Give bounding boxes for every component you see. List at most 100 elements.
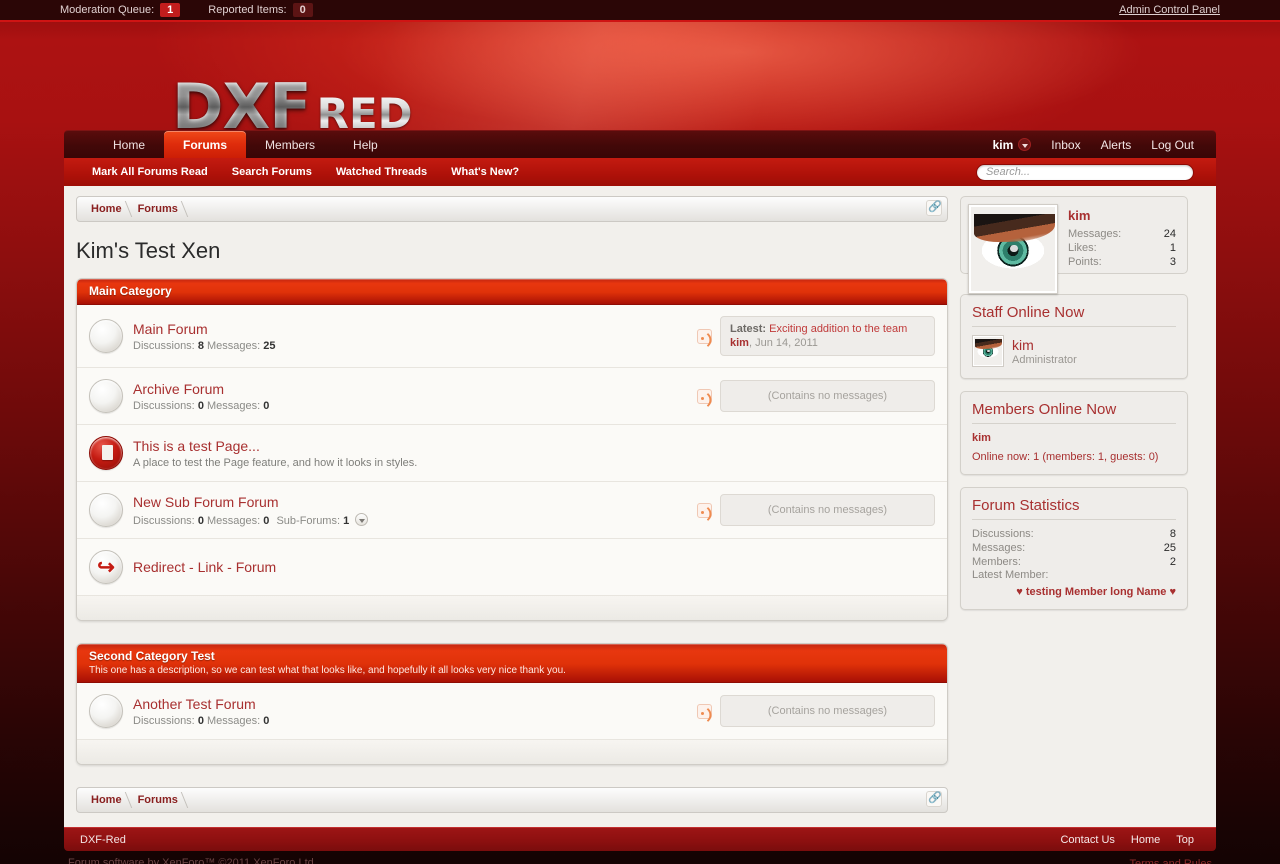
- footer-top-link[interactable]: Top: [1176, 834, 1194, 846]
- site-logo[interactable]: DXF RED: [172, 76, 413, 131]
- rss-icon[interactable]: [697, 388, 712, 404]
- node-details: New Sub Forum Forum Discussions: 0 Messa…: [133, 494, 697, 527]
- breadcrumb-permalink-button[interactable]: [926, 199, 942, 219]
- last-post-box-empty: (Contains no messages): [720, 695, 935, 727]
- main-navigation: Home Forums Members Help kim Inbox Alert…: [64, 130, 1216, 158]
- account-menu-button[interactable]: kim: [993, 138, 1032, 152]
- node-last-post-area: Latest: Exciting addition to the team ki…: [697, 316, 935, 356]
- redirect-link-icon: [89, 550, 123, 584]
- node-details: This is a test Page... A place to test t…: [133, 438, 697, 469]
- style-chooser-button[interactable]: DXF-Red: [80, 834, 126, 846]
- nav-tab-home[interactable]: Home: [94, 131, 164, 158]
- visitor-stat-value: 3: [1169, 255, 1176, 268]
- breadcrumb-footer-item-home[interactable]: Home: [81, 788, 128, 812]
- last-post-byline: kim, Jun 14, 2011: [730, 337, 818, 349]
- stat-value: 8: [1169, 528, 1176, 540]
- node-title-link[interactable]: This is a test Page...: [133, 438, 260, 454]
- site-header: DXF RED: [0, 22, 1280, 130]
- node-meta: Discussions: 8 Messages: 25: [133, 340, 697, 352]
- visitor-stat-messages: Messages: 24: [1068, 228, 1176, 242]
- category-header[interactable]: Main Category: [77, 279, 947, 305]
- node-title-link[interactable]: Another Test Forum: [133, 696, 256, 712]
- avatar[interactable]: [972, 335, 1004, 367]
- inbox-link[interactable]: Inbox: [1051, 138, 1080, 152]
- rss-icon[interactable]: [697, 502, 712, 518]
- category-header[interactable]: Second Category Test This one has a desc…: [77, 644, 947, 683]
- search-input[interactable]: Search...: [976, 163, 1194, 181]
- visitor-stat-value: 1: [1169, 241, 1176, 254]
- stat-discussions: Discussions: 8: [972, 528, 1176, 542]
- node-title-link[interactable]: New Sub Forum Forum: [133, 494, 278, 510]
- node-meta: Discussions: 0 Messages: 0: [133, 715, 697, 727]
- stat-label: Members:: [972, 555, 1021, 568]
- members-online-block: Members Online Now kim Online now: 1 (me…: [960, 391, 1188, 475]
- alerts-link[interactable]: Alerts: [1101, 138, 1132, 152]
- rss-icon[interactable]: [697, 328, 712, 344]
- breadcrumb-footer-item-forums[interactable]: Forums: [128, 788, 184, 812]
- nav-tab-forums[interactable]: Forums: [164, 131, 247, 158]
- breadcrumb-footer: Home Forums: [76, 787, 948, 813]
- stat-messages: Messages: 25: [972, 542, 1176, 556]
- node-row[interactable]: Archive Forum Discussions: 0 Messages: 0…: [77, 368, 947, 425]
- node-title-link[interactable]: Main Forum: [133, 321, 208, 337]
- node-title-link[interactable]: Archive Forum: [133, 381, 224, 397]
- node-row[interactable]: This is a test Page... A place to test t…: [77, 425, 947, 482]
- visitor-info: kim Messages: 24 Likes: 1 Points: 3: [1068, 204, 1176, 268]
- breadcrumb-item-forums[interactable]: Forums: [128, 197, 184, 221]
- footer-contact-us-link[interactable]: Contact Us: [1060, 834, 1114, 846]
- reported-items-item[interactable]: Reported Items: 0: [208, 3, 313, 17]
- moderation-queue-item[interactable]: Moderation Queue: 1: [60, 3, 181, 17]
- subnav-search-forums[interactable]: Search Forums: [220, 166, 324, 178]
- breadcrumb-footer-permalink-button[interactable]: [926, 790, 942, 810]
- logout-link[interactable]: Log Out: [1151, 138, 1194, 152]
- visitor-name[interactable]: kim: [1068, 208, 1176, 223]
- node-meta-messages-value: 25: [263, 339, 276, 352]
- node-list-main-category: Main Category Main Forum Discussions: 8 …: [76, 278, 948, 621]
- admin-control-panel-link[interactable]: Admin Control Panel: [1119, 4, 1220, 16]
- external-link-icon: [926, 199, 942, 216]
- terms-and-rules-link[interactable]: Terms and Rules: [1078, 857, 1212, 864]
- stat-value: 25: [1163, 541, 1176, 554]
- members-online-names[interactable]: kim: [972, 432, 1176, 444]
- node-meta-discussions-label: Discussions:: [133, 714, 195, 727]
- avatar[interactable]: [968, 204, 1058, 294]
- node-meta-messages-value: 0: [263, 514, 270, 527]
- rss-icon[interactable]: [697, 703, 712, 719]
- latest-member-link[interactable]: ♥ testing Member long Name ♥: [972, 586, 1176, 598]
- node-row[interactable]: Main Forum Discussions: 8 Messages: 25 L…: [77, 305, 947, 368]
- visitor-stat-label: Messages:: [1068, 228, 1122, 240]
- staff-online-details: kim Administrator: [1012, 337, 1077, 366]
- node-title-link[interactable]: Redirect - Link - Forum: [133, 559, 276, 575]
- node-meta-messages-label: Messages:: [207, 399, 261, 412]
- forum-unread-icon: [89, 694, 123, 728]
- staff-online-row[interactable]: kim Administrator: [972, 335, 1176, 367]
- node-meta-messages-value: 0: [263, 399, 270, 412]
- visitor-stat-points: Points: 3: [1068, 256, 1176, 270]
- logo-secondary-text: RED: [317, 93, 413, 131]
- staff-online-title: Staff Online Now: [972, 304, 1176, 327]
- node-details: Another Test Forum Discussions: 0 Messag…: [133, 696, 697, 727]
- account-user-name: kim: [992, 137, 1014, 152]
- subnav-mark-all-forums-read[interactable]: Mark All Forums Read: [80, 166, 220, 178]
- visitor-stat-label: Points:: [1068, 255, 1102, 268]
- subnav-watched-threads[interactable]: Watched Threads: [324, 166, 439, 178]
- breadcrumb-item-home[interactable]: Home: [81, 197, 128, 221]
- page-container: Home Forums Members Help kim Inbox Alert…: [64, 130, 1216, 851]
- reported-items-label: Reported Items:: [208, 4, 287, 16]
- node-meta-discussions-label: Discussions:: [133, 514, 195, 527]
- node-row[interactable]: Redirect - Link - Forum: [77, 539, 947, 596]
- nav-tab-members[interactable]: Members: [246, 131, 334, 158]
- last-post-title-line: Latest: Exciting addition to the team: [730, 323, 925, 335]
- subforums-expand-icon[interactable]: [355, 512, 369, 526]
- visitor-panel: kim Messages: 24 Likes: 1 Points: 3: [960, 196, 1188, 294]
- staff-member-name[interactable]: kim: [1012, 337, 1077, 353]
- node-last-post-area: (Contains no messages): [697, 380, 935, 412]
- last-post-author-link[interactable]: kim: [730, 337, 749, 349]
- node-meta: Discussions: 0 Messages: 0 Sub-Forums: 1: [133, 512, 697, 527]
- last-post-thread-link[interactable]: Exciting addition to the team: [769, 323, 907, 335]
- footer-home-link[interactable]: Home: [1131, 834, 1160, 846]
- subnav-whats-new[interactable]: What's New?: [439, 166, 531, 178]
- node-row[interactable]: New Sub Forum Forum Discussions: 0 Messa…: [77, 482, 947, 539]
- node-row[interactable]: Another Test Forum Discussions: 0 Messag…: [77, 683, 947, 740]
- nav-tab-help[interactable]: Help: [334, 131, 397, 158]
